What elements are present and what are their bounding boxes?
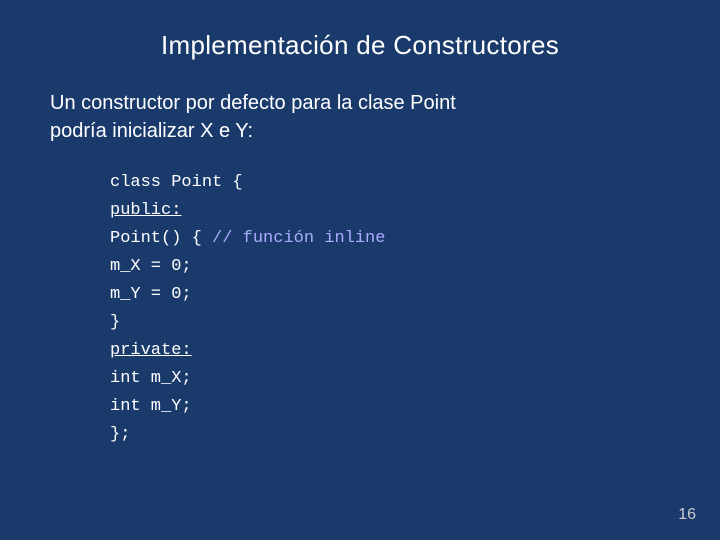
code-line-6: }	[110, 309, 670, 337]
page-number: 16	[678, 506, 696, 524]
code-line-9: int m_Y;	[110, 393, 670, 421]
intro-text: Un constructor por defecto para la clase…	[50, 89, 670, 145]
code-line-10: };	[110, 421, 670, 449]
code-line-5: m_Y = 0;	[110, 281, 670, 309]
code-line-4: m_X = 0;	[110, 253, 670, 281]
code-line-7: private:	[110, 337, 670, 365]
code-line-2: public:	[110, 197, 670, 225]
intro-line2: podría inicializar X e Y:	[50, 120, 253, 142]
code-line-1: class Point {	[110, 169, 670, 197]
slide: Implementación de Constructores Un const…	[0, 0, 720, 540]
code-block: class Point { public: Point() { // funci…	[110, 169, 670, 449]
intro-line1: Un constructor por defecto para la clase…	[50, 92, 456, 114]
code-line-8: int m_X;	[110, 365, 670, 393]
slide-title: Implementación de Constructores	[50, 30, 670, 61]
code-line-3: Point() { // función inline	[110, 225, 670, 253]
